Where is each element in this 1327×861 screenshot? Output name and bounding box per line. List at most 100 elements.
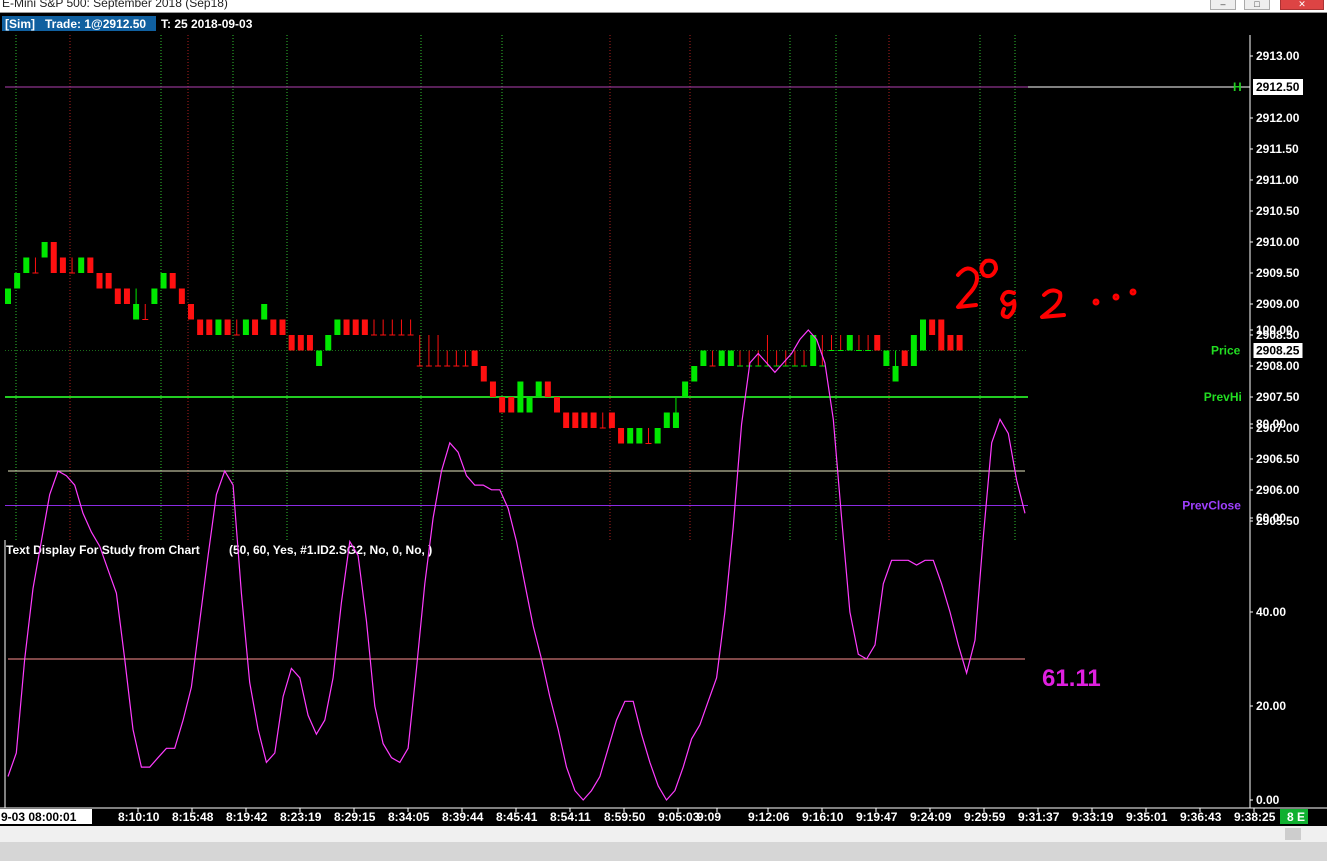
price-bar-body	[306, 335, 313, 351]
price-bar-body	[188, 304, 194, 320]
price-bar-body	[5, 288, 11, 304]
price-bar-body	[554, 397, 560, 413]
price-tick: 2912.00	[1256, 111, 1300, 125]
sim-label: [Sim]	[5, 17, 35, 31]
study-params: (50, 60, Yes, #1.ID2.SG2, No, 0, No, )	[229, 543, 432, 557]
time-label: 8:39:44	[442, 810, 484, 824]
price-bar-body	[160, 273, 167, 289]
close-button[interactable]: ✕	[1280, 0, 1324, 10]
price-bar-body	[938, 319, 945, 351]
price-bar-body	[206, 319, 213, 335]
time-label: 9:31:37	[1018, 810, 1060, 824]
price-bar-body	[96, 273, 103, 289]
price-tick: 2907.50	[1256, 390, 1300, 404]
price-bar-body	[114, 288, 121, 304]
price-bar-body	[297, 335, 304, 351]
study-tick: 20.00	[1256, 699, 1286, 713]
price-bars	[5, 242, 963, 444]
price-bar-body	[810, 335, 817, 366]
time-label: 9:38:25	[1234, 810, 1276, 824]
price-bar-body	[590, 412, 597, 428]
price-bar-body	[654, 428, 661, 444]
price-bar-body	[910, 335, 917, 366]
price-bar-body	[288, 335, 295, 351]
price-tick: 2910.50	[1256, 204, 1300, 218]
price-bar-body	[41, 242, 48, 258]
time-label: 8:45:41	[496, 810, 538, 824]
price-bar-body	[517, 381, 524, 413]
status-bar	[0, 855, 1327, 861]
price-line-labels: H Price PrevHi PrevClose	[1182, 80, 1242, 513]
price-bar-body	[526, 397, 533, 413]
price-tick: 2906.50	[1256, 452, 1300, 466]
price-bar-body	[343, 319, 350, 335]
minimize-button[interactable]: –	[1210, 0, 1236, 10]
price-axis[interactable]: 2913.00 2912.50 2912.00 2911.50 2911.00 2910.…	[1250, 49, 1304, 528]
handwritten-annotation	[956, 258, 1137, 319]
study-tick: 60.00	[1256, 511, 1286, 525]
time-label: 8:29:15	[334, 810, 376, 824]
price-bar-body	[627, 428, 634, 444]
price-bar-body	[78, 257, 85, 273]
price-bar-body	[682, 381, 689, 397]
horizontal-scrollbar[interactable]	[0, 826, 1327, 842]
time-label: 8:59:50	[604, 810, 646, 824]
chart-area[interactable]: [Sim] Trade: 1@2912.50 T: 25 2018-09-03 …	[0, 13, 1327, 855]
price-bar-body	[901, 350, 908, 366]
trade-info: T: 25 2018-09-03	[161, 17, 253, 31]
price-bar-body	[279, 319, 286, 335]
price-bar-body	[224, 319, 231, 335]
price-bar-body	[892, 366, 899, 382]
price-bar-body	[663, 412, 670, 428]
price-bar-body	[572, 412, 579, 428]
trade-label: Trade: 1@2912.50	[45, 17, 146, 31]
price-bar-body	[325, 335, 332, 351]
time-axis[interactable]: 9-03 08:00:01 8:10:10 8:15:48 8:19:42 8:23:1…	[0, 808, 1276, 824]
price-bar-body	[508, 397, 515, 413]
price-tick: 2912.50	[1256, 80, 1300, 94]
study-plot	[7, 329, 1026, 802]
price-bar-body	[718, 350, 725, 366]
price-bar-body	[480, 366, 487, 382]
price-tick: 2909.00	[1256, 297, 1300, 311]
time-label: 8:10:10	[118, 810, 160, 824]
price-bar-body	[544, 381, 551, 397]
price-bar-body	[499, 397, 506, 413]
price-tick: 2908.00	[1256, 359, 1300, 373]
maximize-button[interactable]: □	[1244, 0, 1270, 10]
price-bar-body	[608, 412, 615, 428]
price-bar-body	[197, 319, 204, 335]
price-bar-body	[471, 350, 478, 366]
time-label: 8:23:19	[280, 810, 322, 824]
time-label: 9:35:01	[1126, 810, 1168, 824]
price-bar-body	[87, 257, 94, 273]
price-bar-body	[50, 242, 57, 273]
window-title: E-Mini S&P 500: September 2018 (Sep18)	[2, 0, 228, 10]
price-bar-body	[929, 319, 936, 335]
line-label-prevhi: PrevHi	[1204, 390, 1242, 404]
price-bar-body	[636, 428, 643, 444]
scrollbar-thumb[interactable]	[1285, 828, 1301, 840]
price-bar-body	[23, 257, 30, 273]
price-bar-body	[489, 381, 496, 397]
price-tick: 2910.00	[1256, 235, 1300, 249]
price-tick: 2911.00	[1256, 173, 1299, 187]
study-tick: 100.00	[1256, 323, 1293, 337]
time-label: 9:33:19	[1072, 810, 1114, 824]
price-tick: 2913.00	[1256, 49, 1300, 63]
price-tick: 2908.25	[1256, 344, 1300, 358]
corner-badge: 8 E	[1287, 810, 1305, 824]
price-bar-body	[14, 273, 21, 289]
price-bar-body	[947, 335, 954, 351]
time-label: 9:12:06	[748, 810, 790, 824]
price-bar-body	[105, 273, 112, 289]
price-tick: 2909.50	[1256, 266, 1300, 280]
price-bar-body	[563, 412, 570, 428]
price-bar-body	[215, 319, 222, 335]
line-label-price: Price	[1211, 344, 1241, 358]
time-label: 9:29:59	[964, 810, 1006, 824]
time-label: 8:15:48	[172, 810, 214, 824]
time-label: 9:05:03	[658, 810, 700, 824]
time-label: 9-03 08:00:01	[1, 810, 77, 824]
price-bar-body	[846, 335, 853, 351]
